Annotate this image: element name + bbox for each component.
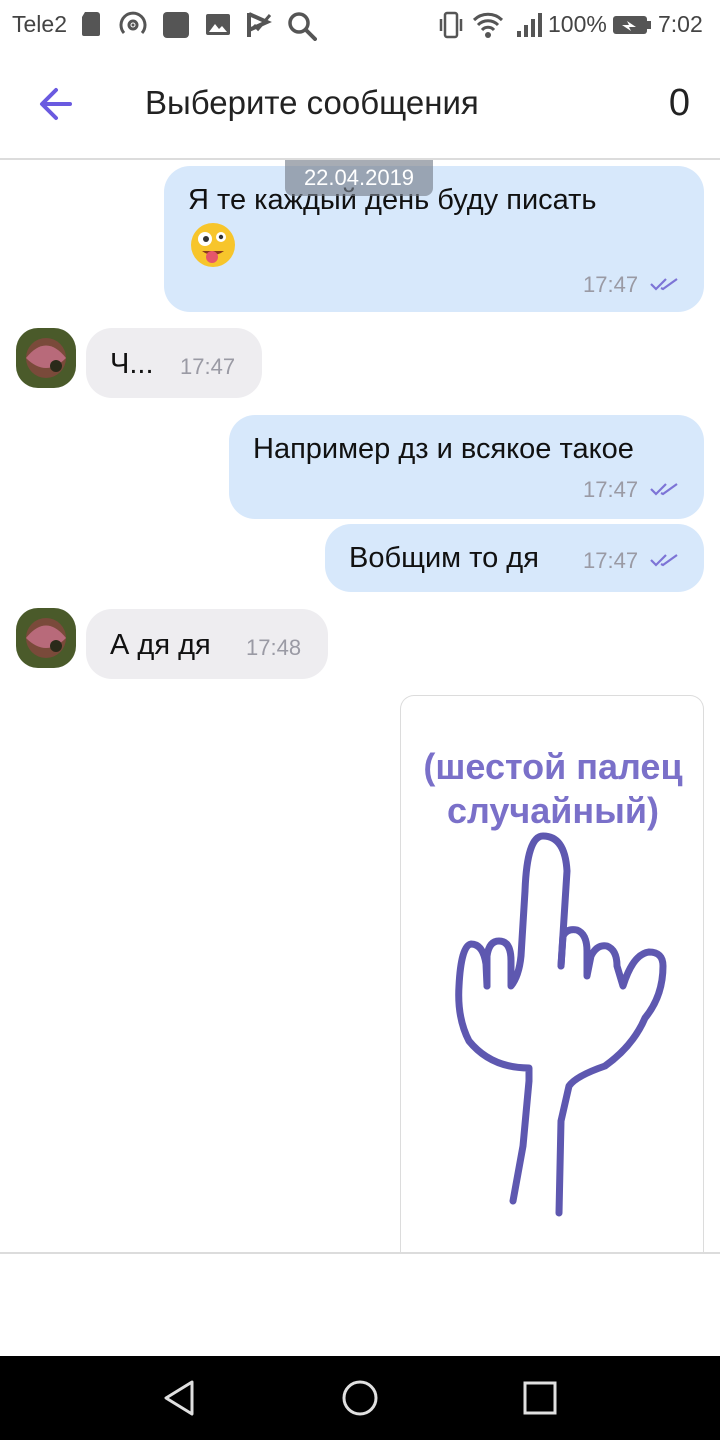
message-time: 17:48 <box>246 635 302 660</box>
app-bar: Выберите сообщения 0 <box>0 50 720 160</box>
wifi-icon <box>472 12 504 38</box>
crazy-face-emoji <box>191 223 235 267</box>
system-nav-bar <box>0 1356 720 1440</box>
gallery-icon <box>206 14 230 35</box>
read-ticks-icon <box>650 278 678 291</box>
chat-area[interactable]: Я те каждый день буду писать 17:47 22.04… <box>0 160 720 1252</box>
message-bubble-incoming[interactable]: А дя дя 17:48 <box>86 609 328 679</box>
date-badge: 22.04.2019 <box>285 160 433 196</box>
message-time: 17:47 <box>583 477 639 502</box>
six-finger-hand-drawing <box>455 832 667 1217</box>
message-text: Ч... <box>110 348 154 380</box>
app-square-icon <box>163 12 189 38</box>
message-bubble-outgoing[interactable]: Например дз и всякое такое 17:47 <box>229 415 704 519</box>
contact-avatar[interactable] <box>16 608 76 668</box>
read-ticks-icon <box>650 554 678 567</box>
hotspot-icon <box>119 11 147 34</box>
message-bubble-outgoing[interactable]: Я те каждый день буду писать 17:47 <box>164 166 704 312</box>
bottom-panel <box>0 1252 720 1356</box>
check-flag-icon <box>247 12 272 37</box>
battery-percent: 100% <box>548 11 607 37</box>
selected-count: 0 <box>668 82 690 124</box>
message-text: А дя дя <box>110 629 211 661</box>
clock: 7:02 <box>658 11 703 37</box>
sd-card-icon <box>82 12 100 36</box>
signal-icon <box>517 13 542 37</box>
page-title: Выберите сообщения <box>145 84 479 121</box>
battery-charging-icon <box>613 16 651 34</box>
home-icon[interactable] <box>338 1376 382 1420</box>
contact-avatar[interactable] <box>16 328 76 388</box>
message-bubble-incoming[interactable]: Ч... 17:47 <box>86 328 262 398</box>
message-text: Например дз и всякое такое <box>253 433 634 465</box>
image-message[interactable]: (шестой палец случайный) <box>400 695 704 1252</box>
message-time: 17:47 <box>180 354 236 379</box>
back-icon[interactable] <box>158 1376 202 1420</box>
vibrate-icon <box>439 11 463 39</box>
read-ticks-icon <box>650 483 678 496</box>
back-arrow-icon[interactable] <box>30 78 82 130</box>
recents-icon[interactable] <box>518 1376 562 1420</box>
status-bar: Tele2 100% 7:02 <box>0 0 720 50</box>
search-icon <box>288 12 317 41</box>
message-time: 17:47 <box>583 548 639 573</box>
message-time: 17:47 <box>583 272 639 297</box>
carrier-name: Tele2 <box>12 11 67 37</box>
message-text: Вобщим то дя <box>349 542 539 574</box>
message-bubble-outgoing[interactable]: Вобщим то дя 17:47 <box>325 524 704 592</box>
